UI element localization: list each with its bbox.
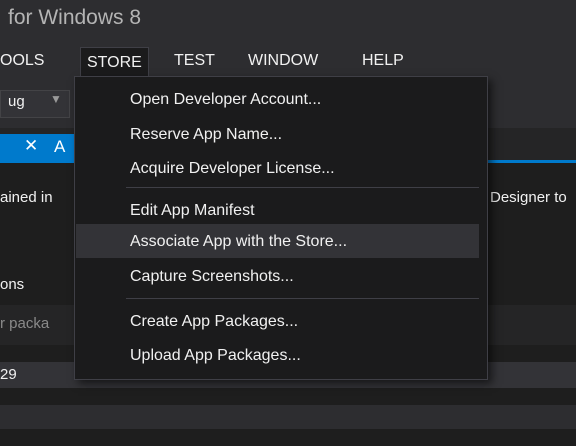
menu-item-associate-app-with-store[interactable]: Associate App with the Store... (130, 231, 347, 253)
menu-item-edit-app-manifest[interactable]: Edit App Manifest (130, 200, 255, 222)
menu-separator (126, 187, 479, 188)
window-title: for Windows 8 (8, 6, 142, 29)
close-icon[interactable]: ✕ (24, 136, 38, 156)
menu-item-reserve-app-name[interactable]: Reserve App Name... (130, 124, 282, 146)
menu-test[interactable]: TEST (174, 50, 215, 72)
menu-item-capture-screenshots[interactable]: Capture Screenshots... (130, 266, 294, 288)
package-field[interactable]: r packa (0, 315, 49, 332)
menu-tools[interactable]: OOLS (0, 50, 44, 72)
content-right-fragment: Designer to (490, 189, 567, 206)
tab-label[interactable]: A (54, 137, 65, 157)
tab-active[interactable] (0, 134, 78, 160)
menu-item-acquire-developer-license[interactable]: Acquire Developer License... (130, 158, 335, 180)
configuration-value: ug (8, 93, 25, 110)
menu-help[interactable]: HELP (362, 50, 404, 72)
list-row (0, 405, 576, 429)
content-text-fragment: ained in (0, 189, 53, 206)
menu-window[interactable]: WINDOW (248, 50, 318, 72)
menu-item-create-app-packages[interactable]: Create App Packages... (130, 311, 298, 333)
chevron-down-icon[interactable]: ▼ (50, 92, 62, 106)
menu-item-open-developer-account[interactable]: Open Developer Account... (130, 89, 321, 111)
menu-item-upload-app-packages[interactable]: Upload App Packages... (130, 345, 301, 367)
menu-separator (126, 298, 479, 299)
section-label: ons (0, 276, 25, 293)
row-value: 29 (0, 366, 17, 383)
menu-store[interactable]: STORE (80, 47, 149, 78)
